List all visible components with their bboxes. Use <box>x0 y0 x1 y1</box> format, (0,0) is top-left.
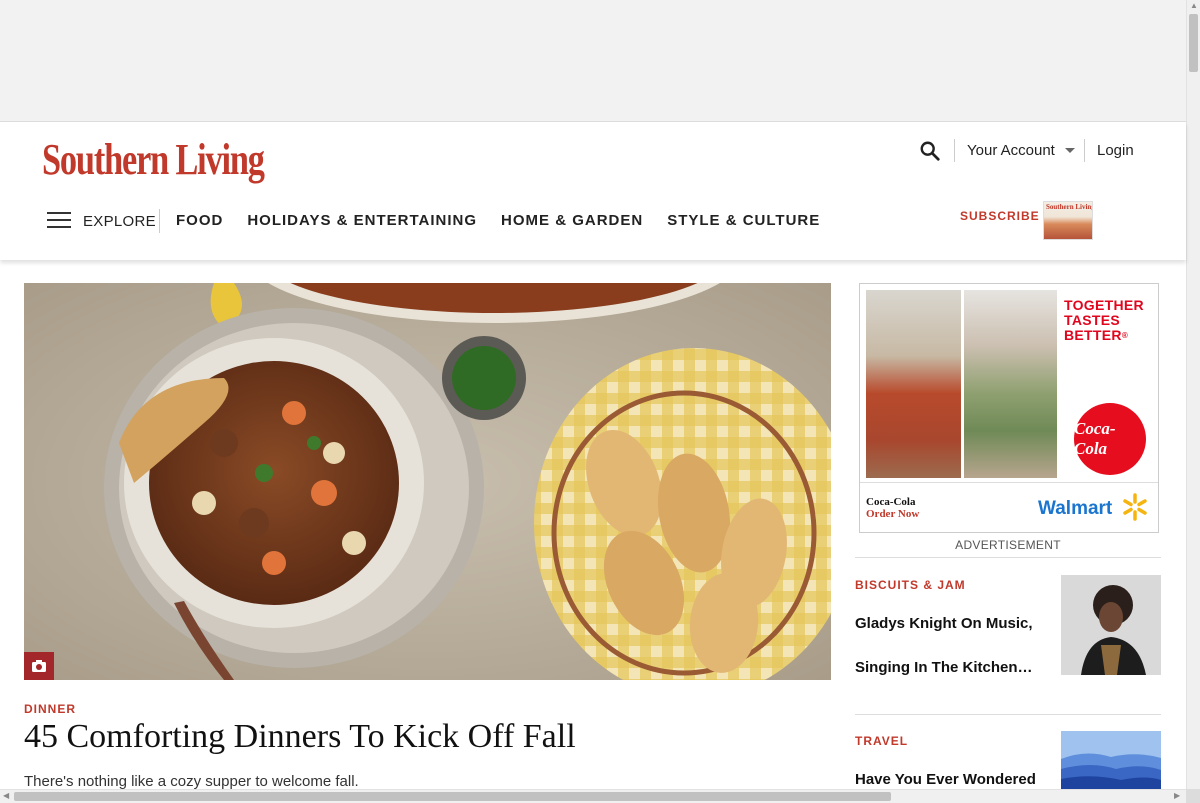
vertical-scrollbar[interactable]: ▲ <box>1186 0 1200 789</box>
camera-icon[interactable] <box>24 652 54 680</box>
horizontal-scrollbar-thumb[interactable] <box>14 792 891 801</box>
ad-order-now-link[interactable]: Order Now <box>866 508 919 520</box>
ad-brand-text: Coca-Cola <box>866 496 916 508</box>
main-nav: FOOD HOLIDAYS & ENTERTAINING HOME & GARD… <box>176 212 820 229</box>
hamburger-menu-icon[interactable] <box>47 212 71 230</box>
story-divider <box>855 714 1161 715</box>
top-ad-banner <box>0 0 1186 122</box>
subscribe-link[interactable]: SUBSCRIBE <box>960 209 1040 223</box>
ad-divider <box>860 482 1158 483</box>
site-logo[interactable]: Southern Living <box>42 134 265 185</box>
story-thumbnail[interactable] <box>1061 731 1161 789</box>
nav-item-holidays-entertaining[interactable]: HOLIDAYS & ENTERTAINING <box>247 212 477 229</box>
nav-item-home-garden[interactable]: HOME & GARDEN <box>501 212 643 229</box>
header-divider <box>1084 139 1085 162</box>
search-icon[interactable] <box>919 140 941 162</box>
login-link[interactable]: Login <box>1097 142 1134 159</box>
hero-title[interactable]: 45 Comforting Dinners To Kick Off Fall <box>24 718 576 756</box>
explore-menu-button[interactable]: EXPLORE <box>83 213 156 230</box>
nav-divider <box>159 209 160 233</box>
scrollbar-corner <box>1186 789 1200 803</box>
magazine-cover-title: Southern Living <box>1046 203 1093 211</box>
hero-image[interactable] <box>24 283 831 680</box>
story-thumbnail[interactable] <box>1061 575 1161 675</box>
hero-description: There's nothing like a cozy supper to we… <box>24 773 359 790</box>
sidebar-advertisement[interactable]: TOGETHER TASTES BETTER® Coca-Cola Coca-C… <box>859 283 1159 533</box>
page: Southern Living Your Account Login EXPLO… <box>0 0 1200 803</box>
vertical-scrollbar-thumb[interactable] <box>1189 14 1198 72</box>
chevron-down-icon <box>1064 148 1075 153</box>
magazine-cover-thumbnail[interactable]: Southern Living <box>1043 201 1093 240</box>
walmart-spark-icon <box>1123 493 1147 521</box>
nav-item-style-culture[interactable]: STYLE & CULTURE <box>667 212 820 229</box>
story-title[interactable]: Gladys Knight On Music, Singing In The K… <box>855 602 1051 690</box>
horizontal-scrollbar[interactable]: ◀ ▶ <box>0 789 1186 803</box>
coca-cola-logo: Coca-Cola <box>1074 403 1146 475</box>
sidebar-divider <box>855 557 1161 558</box>
your-account-dropdown[interactable]: Your Account <box>967 142 1075 159</box>
ad-photo-boy <box>964 290 1057 478</box>
ad-photo-woman <box>866 290 961 478</box>
header-divider <box>954 139 955 162</box>
site-header: Southern Living Your Account Login EXPLO… <box>0 122 1186 260</box>
story-category-link[interactable]: BISCUITS & JAM <box>855 578 966 592</box>
account-label: Your Account <box>967 142 1055 159</box>
walmart-logo: Walmart <box>1038 498 1113 519</box>
story-category-link[interactable]: TRAVEL <box>855 734 908 748</box>
nav-item-food[interactable]: FOOD <box>176 212 223 229</box>
advertisement-label: ADVERTISEMENT <box>955 538 1061 552</box>
ad-headline: TOGETHER TASTES BETTER® <box>1064 297 1144 343</box>
hero-category-link[interactable]: DINNER <box>24 702 76 716</box>
